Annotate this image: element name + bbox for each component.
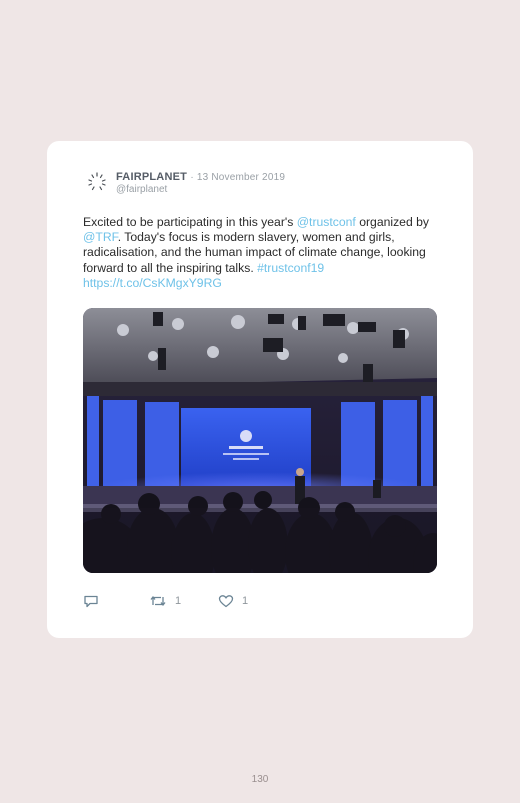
author-handle[interactable]: @fairplanet: [116, 184, 167, 195]
mention-trustconf-link[interactable]: @trustconf: [297, 215, 356, 229]
heart-icon[interactable]: [218, 593, 234, 609]
tweet-text: Excited to be participating in this year…: [83, 215, 433, 291]
tweet-card: FAIRPLANET · 13 November 2019 @fairplane…: [47, 141, 473, 638]
conference-photo[interactable]: [83, 308, 437, 573]
short-url-link[interactable]: https://t.co/CsKMgxY9RG: [83, 276, 222, 290]
like-action[interactable]: 1: [218, 593, 248, 609]
tweet-text-mid2: . Today's focus is modern slavery, women…: [83, 230, 426, 275]
page-number: 130: [251, 774, 269, 785]
tweet-text-mid1: organized by: [355, 215, 429, 229]
reply-action[interactable]: [83, 593, 99, 609]
mention-trf-link[interactable]: @TRF: [83, 230, 118, 244]
tweet-date[interactable]: 13 November 2019: [197, 172, 285, 183]
like-count: 1: [242, 595, 249, 607]
hashtag-link[interactable]: #trustconf19: [257, 261, 324, 275]
retweet-icon[interactable]: [149, 593, 167, 609]
fairplanet-logo-icon[interactable]: [85, 170, 109, 194]
retweet-action[interactable]: 1: [149, 593, 181, 609]
author-name[interactable]: FAIRPLANET: [116, 171, 187, 183]
tweet-actions: 1 1: [83, 593, 437, 613]
reply-icon[interactable]: [83, 593, 99, 609]
retweet-count: 1: [175, 595, 182, 607]
tweet-text-intro: Excited to be participating in this year…: [83, 215, 297, 229]
author-line: FAIRPLANET · 13 November 2019: [116, 171, 285, 183]
